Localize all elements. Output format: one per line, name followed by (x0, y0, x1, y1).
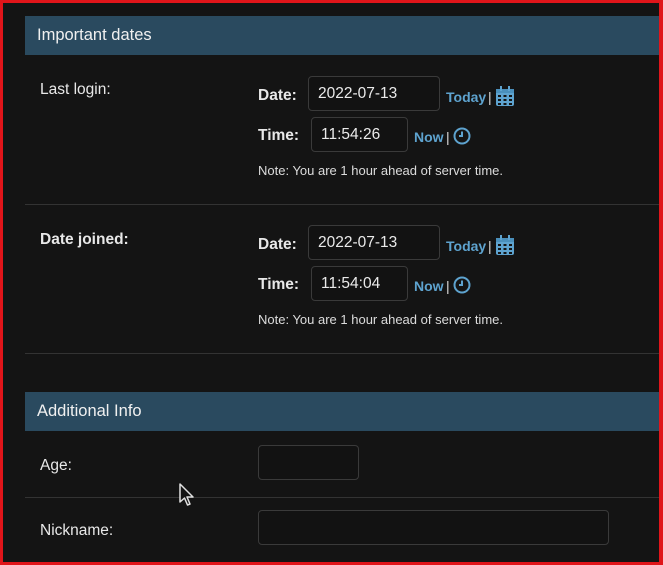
date-joined-date-label: Date: (258, 236, 297, 253)
date-joined-date-separator: | (488, 238, 492, 254)
date-joined-date-input[interactable]: 2022-07-13 (308, 225, 440, 260)
last-login-time-label: Time: (258, 127, 300, 144)
nickname-input[interactable] (258, 510, 609, 545)
clock-icon[interactable] (453, 276, 471, 294)
row-divider (25, 353, 659, 354)
date-joined-today-link[interactable]: Today (446, 238, 486, 254)
admin-form-frame: Important dates Last login: Date: 2022-0… (0, 0, 663, 565)
date-joined-time-label: Time: (258, 276, 300, 293)
last-login-timezone-note: Note: You are 1 hour ahead of server tim… (258, 163, 503, 178)
additional-info-header: Additional Info (25, 392, 659, 431)
mouse-cursor-icon (179, 483, 194, 506)
last-login-date-input[interactable]: 2022-07-13 (308, 76, 440, 111)
last-login-label: Last login: (40, 81, 111, 98)
age-label: Age: (40, 457, 72, 474)
date-joined-now-link[interactable]: Now (414, 278, 444, 294)
last-login-date-separator: | (488, 89, 492, 105)
row-divider (25, 204, 659, 205)
calendar-icon[interactable] (495, 235, 515, 256)
date-joined-time-separator: | (446, 278, 450, 294)
date-joined-time-input[interactable]: 11:54:04 (311, 266, 408, 301)
last-login-date-label: Date: (258, 87, 297, 104)
date-joined-timezone-note: Note: You are 1 hour ahead of server tim… (258, 312, 503, 327)
last-login-today-link[interactable]: Today (446, 89, 486, 105)
last-login-time-input[interactable]: 11:54:26 (311, 117, 408, 152)
calendar-icon[interactable] (495, 86, 515, 107)
nickname-label: Nickname: (40, 522, 114, 539)
row-divider (25, 497, 659, 498)
date-joined-label: Date joined: (40, 231, 129, 248)
last-login-time-separator: | (446, 129, 450, 145)
important-dates-header: Important dates (25, 16, 659, 55)
last-login-now-link[interactable]: Now (414, 129, 444, 145)
clock-icon[interactable] (453, 127, 471, 145)
age-input[interactable] (258, 445, 359, 480)
